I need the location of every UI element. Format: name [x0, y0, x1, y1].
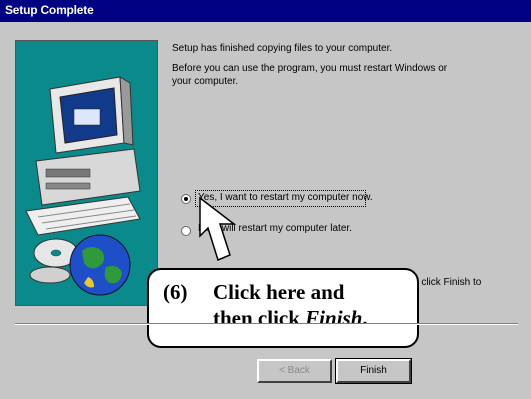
back-button[interactable]: < Back: [257, 359, 332, 383]
restart-instruction-line2: your computer.: [172, 76, 239, 87]
restart-now-radio[interactable]: [181, 194, 191, 204]
setup-illustration-panel: [15, 40, 158, 306]
restart-instruction-line1: Before you can use the program, you must…: [172, 63, 448, 74]
button-divider: [15, 323, 518, 325]
finished-copying-message: Setup has finished copying files to your…: [172, 43, 393, 54]
callout-step-number: (6): [163, 280, 188, 304]
finish-instruction-tail: n click Finish to: [413, 277, 482, 288]
callout-line2-prefix: then click: [213, 306, 306, 330]
callout-line2: then click Finish.: [213, 306, 368, 330]
callout-line2-suffix: .: [362, 306, 368, 330]
restart-later-radio[interactable]: [181, 226, 191, 236]
callout-line2-emphasis: Finish: [305, 306, 363, 330]
pointer-arrow-icon: [199, 196, 237, 262]
computer-illustration: [25, 76, 141, 296]
title-bar: Setup Complete: [0, 0, 531, 22]
callout-line1: Click here and: [213, 280, 345, 304]
window-title: Setup Complete: [5, 3, 94, 17]
finish-button[interactable]: Finish: [335, 358, 412, 384]
instruction-callout: (6) Click here and then click Finish.: [147, 268, 419, 348]
